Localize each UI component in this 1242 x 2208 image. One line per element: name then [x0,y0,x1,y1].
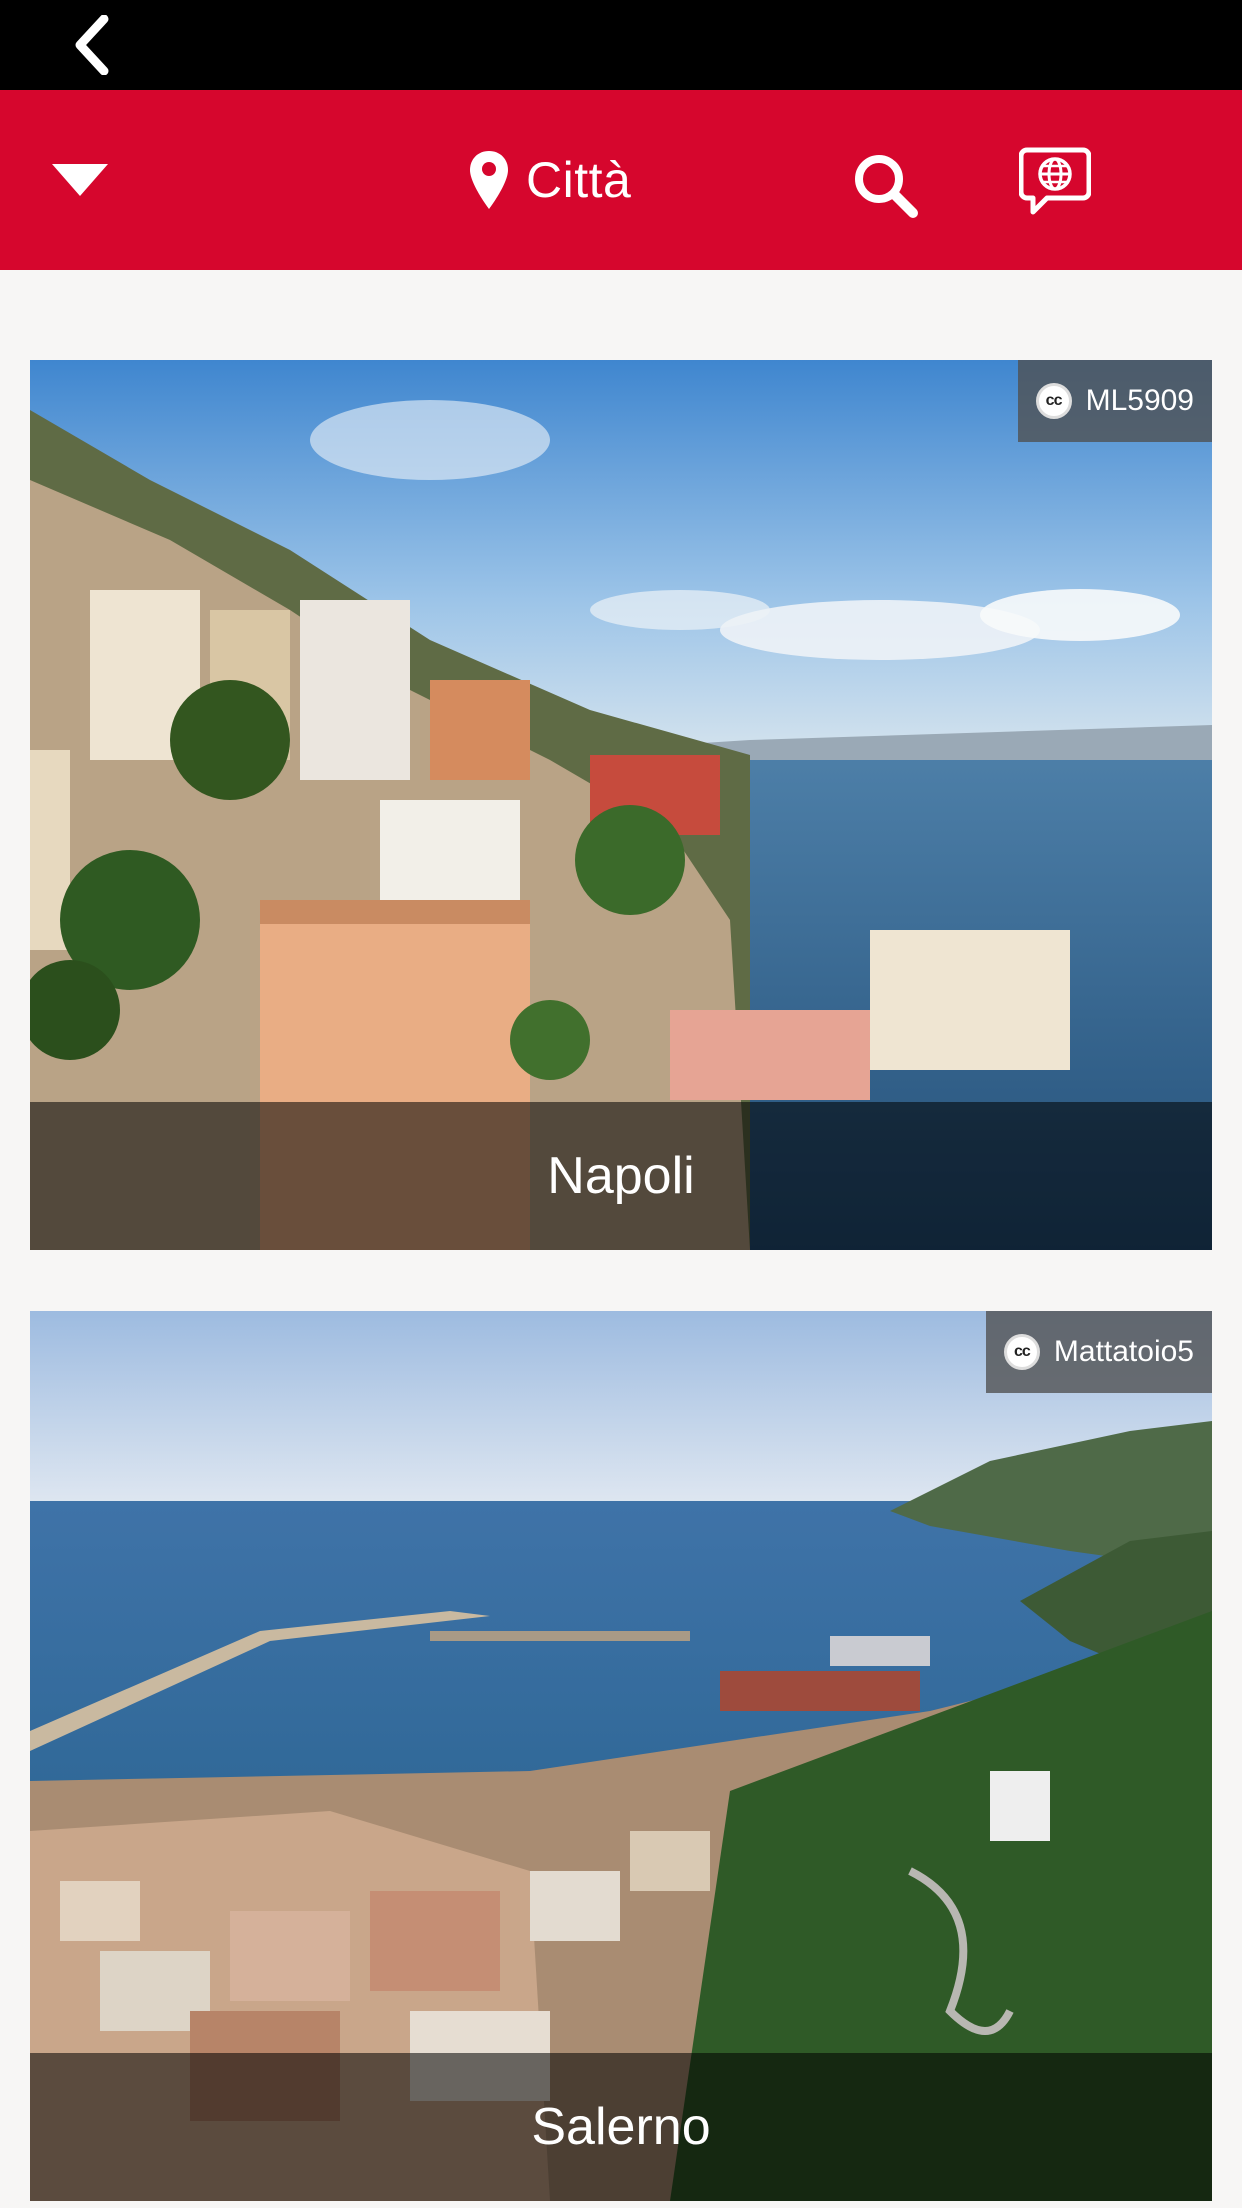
city-name: Salerno [531,2098,711,2156]
search-button[interactable] [845,145,925,225]
city-card-napoli[interactable]: cc ML5909 Napoli [30,360,1212,1250]
city-name: Napoli [547,1147,695,1205]
status-bar [0,0,1242,90]
search-icon [855,155,918,218]
city-name-caption: Salerno [30,2053,1212,2201]
city-card-salerno[interactable]: cc Mattatoio5 Salerno [30,1311,1212,2201]
page-title: Città [526,152,632,208]
photo-credit: cc ML5909 [1017,360,1212,442]
chevron-left-icon [75,15,109,75]
top-navigation-bar: Città [0,90,1242,270]
caret-down-icon [52,164,108,196]
creative-commons-icon: cc [1003,1334,1040,1370]
city-name-caption: Napoli [30,1102,1212,1250]
language-button[interactable] [1010,140,1100,224]
photo-credit: cc Mattatoio5 [985,1311,1212,1393]
back-button[interactable] [62,14,122,76]
globe-chat-icon [1019,147,1091,215]
creative-commons-icon: cc [1035,383,1072,419]
page-title-group: Città [470,140,631,220]
map-pin-icon [470,151,508,209]
photo-credit-author: Mattatoio5 [1053,1335,1194,1368]
dropdown-menu-button[interactable] [40,150,120,210]
photo-credit-author: ML5909 [1085,384,1194,417]
